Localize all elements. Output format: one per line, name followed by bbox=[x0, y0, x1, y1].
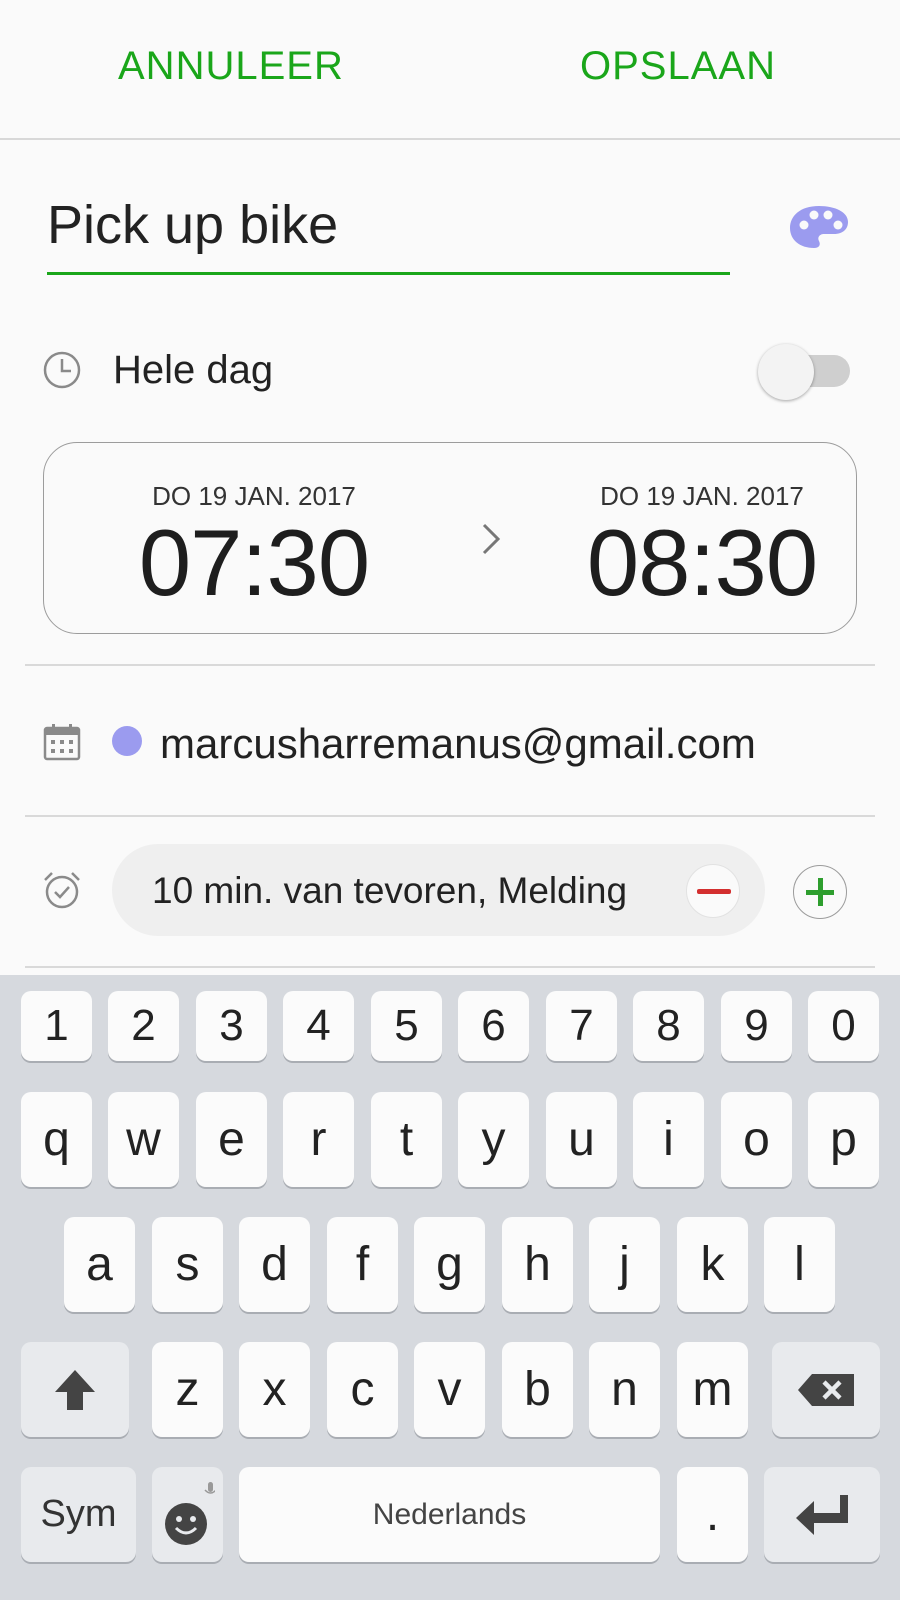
key-n[interactable]: n bbox=[589, 1342, 660, 1437]
key-r[interactable]: r bbox=[283, 1092, 354, 1187]
end-date: DO 19 JAN. 2017 bbox=[600, 481, 804, 511]
account-email: marcusharremanus@gmail.com bbox=[160, 720, 756, 767]
clock-icon bbox=[43, 351, 81, 389]
app-header: ANNULEER OPSLAAN bbox=[0, 0, 900, 140]
title-input[interactable] bbox=[47, 190, 730, 260]
minus-icon bbox=[697, 889, 731, 894]
key-s[interactable]: s bbox=[152, 1217, 223, 1312]
key-7[interactable]: 7 bbox=[546, 991, 617, 1061]
key-5[interactable]: 5 bbox=[371, 991, 442, 1061]
start-date: DO 19 JAN. 2017 bbox=[152, 481, 356, 511]
key-0[interactable]: 0 bbox=[808, 991, 879, 1061]
key-2[interactable]: 2 bbox=[108, 991, 179, 1061]
remove-reminder-button[interactable] bbox=[686, 864, 740, 918]
calendar-account-row[interactable]: marcusharremanus@gmail.com bbox=[0, 700, 900, 790]
key-3[interactable]: 3 bbox=[196, 991, 267, 1061]
all-day-label: Hele dag bbox=[113, 348, 274, 392]
key-e[interactable]: e bbox=[196, 1092, 267, 1187]
key-8[interactable]: 8 bbox=[633, 991, 704, 1061]
key-6[interactable]: 6 bbox=[458, 991, 529, 1061]
reminder-row: 10 min. van tevoren, Melding bbox=[0, 840, 900, 940]
save-button[interactable]: OPSLAAN bbox=[580, 44, 776, 89]
key-w[interactable]: w bbox=[108, 1092, 179, 1187]
start-time: 07:30 bbox=[138, 510, 370, 615]
reminder-label: 10 min. van tevoren, Melding bbox=[152, 870, 628, 911]
emoji-key[interactable] bbox=[152, 1467, 223, 1562]
key-h[interactable]: h bbox=[502, 1217, 573, 1312]
divider bbox=[25, 966, 875, 968]
key-9[interactable]: 9 bbox=[721, 991, 792, 1061]
enter-icon bbox=[796, 1494, 848, 1535]
emoji-icon bbox=[164, 1481, 215, 1545]
key-f[interactable]: f bbox=[327, 1217, 398, 1312]
key-q[interactable]: q bbox=[21, 1092, 92, 1187]
end-time: 08:30 bbox=[586, 510, 818, 615]
key-v[interactable]: v bbox=[414, 1342, 485, 1437]
shift-arrow-icon bbox=[55, 1369, 95, 1410]
palette-icon[interactable] bbox=[788, 204, 850, 250]
key-d[interactable]: d bbox=[239, 1217, 310, 1312]
title-field[interactable] bbox=[47, 180, 730, 275]
add-reminder-button[interactable] bbox=[793, 865, 847, 919]
toggle-knob bbox=[758, 344, 814, 400]
key-u[interactable]: u bbox=[546, 1092, 617, 1187]
key-i[interactable]: i bbox=[633, 1092, 704, 1187]
key-o[interactable]: o bbox=[721, 1092, 792, 1187]
backspace-key[interactable] bbox=[772, 1342, 880, 1437]
key-g[interactable]: g bbox=[414, 1217, 485, 1312]
sym-key[interactable]: Sym bbox=[21, 1467, 136, 1562]
chevron-right-icon bbox=[482, 523, 501, 555]
key-j[interactable]: j bbox=[589, 1217, 660, 1312]
key-4[interactable]: 4 bbox=[283, 991, 354, 1061]
period-key[interactable]: . bbox=[677, 1467, 748, 1562]
key-l[interactable]: l bbox=[764, 1217, 835, 1312]
key-t[interactable]: t bbox=[371, 1092, 442, 1187]
divider bbox=[25, 664, 875, 666]
keyboard: 1 2 3 4 5 6 7 8 9 0 q w e r t y u i o p … bbox=[0, 975, 900, 1600]
key-x[interactable]: x bbox=[239, 1342, 310, 1437]
alarm-icon bbox=[44, 872, 80, 909]
account-color-dot bbox=[112, 726, 142, 756]
calendar-icon bbox=[43, 724, 81, 761]
key-c[interactable]: c bbox=[327, 1342, 398, 1437]
time-range-card: DO 19 JAN. 2017 07:30 DO 19 JAN. 2017 08… bbox=[43, 442, 857, 634]
key-p[interactable]: p bbox=[808, 1092, 879, 1187]
all-day-toggle[interactable] bbox=[758, 344, 854, 400]
plus-icon bbox=[818, 878, 823, 906]
key-m[interactable]: m bbox=[677, 1342, 748, 1437]
backspace-icon bbox=[798, 1373, 854, 1406]
cancel-button[interactable]: ANNULEER bbox=[118, 44, 344, 89]
start-time-picker[interactable]: DO 19 JAN. 2017 07:30 bbox=[104, 443, 404, 635]
all-day-row: Hele dag bbox=[0, 330, 900, 410]
key-1[interactable]: 1 bbox=[21, 991, 92, 1061]
end-time-picker[interactable]: DO 19 JAN. 2017 08:30 bbox=[552, 443, 852, 635]
space-key[interactable]: Nederlands bbox=[239, 1467, 660, 1562]
shift-key[interactable] bbox=[21, 1342, 129, 1437]
divider bbox=[25, 815, 875, 817]
key-k[interactable]: k bbox=[677, 1217, 748, 1312]
key-y[interactable]: y bbox=[458, 1092, 529, 1187]
key-z[interactable]: z bbox=[152, 1342, 223, 1437]
reminder-chip[interactable]: 10 min. van tevoren, Melding bbox=[112, 844, 765, 936]
key-b[interactable]: b bbox=[502, 1342, 573, 1437]
enter-key[interactable] bbox=[764, 1467, 880, 1562]
key-a[interactable]: a bbox=[64, 1217, 135, 1312]
